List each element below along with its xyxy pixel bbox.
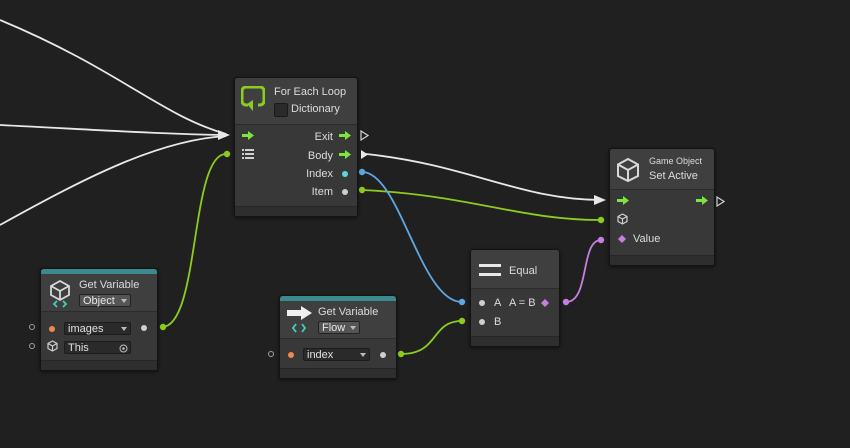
edge-index-to-a (361, 171, 463, 303)
chevron-down-icon (350, 326, 356, 330)
variable-name-field[interactable]: images (64, 322, 131, 335)
loop-icon (241, 86, 265, 111)
variable-kind-label: Object (83, 295, 115, 307)
target-cube-icon (617, 213, 628, 225)
edge-equal-to-value (565, 239, 602, 303)
node-title: Equal (509, 265, 538, 277)
body-arrow-icon[interactable] (339, 150, 351, 159)
flow-variable-icon (287, 306, 312, 333)
arrow-head-in (218, 130, 230, 140)
value-output-port[interactable] (141, 325, 147, 331)
variable-kind-dropdown[interactable]: Object (79, 294, 131, 307)
a-port[interactable] (479, 300, 485, 306)
name-input-ring[interactable] (268, 351, 274, 357)
flow-input-arrow-icon[interactable] (617, 196, 629, 205)
port-b-label: B (494, 316, 502, 328)
exit-arrow-icon[interactable] (339, 131, 351, 140)
flow-edge-body-to-setactive (365, 153, 603, 201)
chevron-down-icon (121, 327, 127, 331)
variable-kind-dropdown[interactable]: Flow (318, 321, 360, 334)
port-value-label: Value (633, 233, 661, 245)
chevron-down-icon (360, 353, 366, 357)
dot-a-in (458, 298, 466, 306)
node-title: Get Variable (79, 279, 140, 291)
port-exit-label: Exit (314, 131, 333, 143)
port-item-label: Item (311, 186, 333, 198)
body-output-triangle-icon[interactable] (360, 149, 369, 160)
item-port[interactable] (342, 189, 348, 195)
port-a-label: A (494, 297, 502, 309)
flow-edge-in-low (0, 135, 227, 226)
node-category: Game Object (649, 156, 703, 166)
chevron-down-icon (121, 299, 127, 303)
value-output-port[interactable] (380, 352, 386, 358)
target-value: This (68, 342, 89, 354)
value-diamond-icon (618, 235, 626, 243)
dot-target-in (597, 216, 605, 224)
dot-index-out (358, 168, 366, 176)
name-port[interactable] (288, 352, 294, 358)
variable-cube-icon (50, 280, 70, 308)
flow-input-arrow-icon[interactable] (242, 131, 254, 140)
edge-flowindex-to-b (400, 320, 463, 355)
flow-edge-in-mid (0, 124, 227, 136)
port-index-label: Index (306, 168, 333, 180)
dictionary-checkbox[interactable] (274, 103, 288, 117)
list-icon (242, 149, 254, 159)
target-cube-icon (47, 340, 58, 352)
dot-flowindex-out (397, 350, 405, 358)
port-body-label: Body (307, 150, 333, 162)
edge-images-to-collection (161, 153, 227, 328)
target-picker-icon[interactable] (119, 344, 128, 353)
for-each-loop-node[interactable]: For Each Loop Dictionary Exit Body Index… (234, 77, 358, 217)
target-field[interactable]: This (64, 341, 131, 354)
dot-images-out (159, 323, 167, 331)
get-variable-object-node[interactable]: Get Variable Object images This (40, 268, 158, 371)
b-port[interactable] (479, 319, 485, 325)
node-title: Set Active (649, 170, 698, 182)
cube-icon (617, 157, 639, 183)
dot-value-in (597, 236, 605, 244)
edge-item-to-target (361, 189, 601, 221)
equal-node[interactable]: Equal A A = B B (470, 249, 560, 347)
name-input-ring[interactable] (29, 324, 35, 330)
exit-output-triangle-icon[interactable] (360, 130, 369, 141)
node-title: Get Variable (318, 306, 379, 318)
graph-connections (0, 19, 606, 358)
flow-output-arrow-icon[interactable] (696, 196, 708, 205)
result-diamond-icon[interactable] (541, 299, 549, 307)
dot-item-out (358, 186, 366, 194)
name-port[interactable] (49, 326, 55, 332)
setactive-output-triangle-icon[interactable] (716, 196, 725, 207)
dot-b-in (458, 317, 466, 325)
get-variable-flow-node[interactable]: Get Variable Flow index (279, 295, 397, 379)
variable-name-value: images (68, 323, 104, 335)
index-port[interactable] (342, 171, 348, 177)
set-active-node[interactable]: Game Object Set Active Value (609, 148, 715, 266)
result-label: A = B (509, 297, 536, 309)
equals-icon (479, 264, 501, 276)
variable-name-value: index (307, 349, 334, 361)
flow-edge-in-top (0, 19, 227, 135)
variable-name-field[interactable]: index (303, 348, 370, 361)
node-title: For Each Loop (274, 86, 347, 98)
dot-equal-out (562, 298, 570, 306)
dot-collection-in (223, 150, 231, 158)
dictionary-label: Dictionary (291, 103, 340, 115)
variable-kind-label: Flow (322, 322, 346, 334)
target-input-ring[interactable] (29, 343, 35, 349)
arrow-head-body (594, 195, 606, 205)
